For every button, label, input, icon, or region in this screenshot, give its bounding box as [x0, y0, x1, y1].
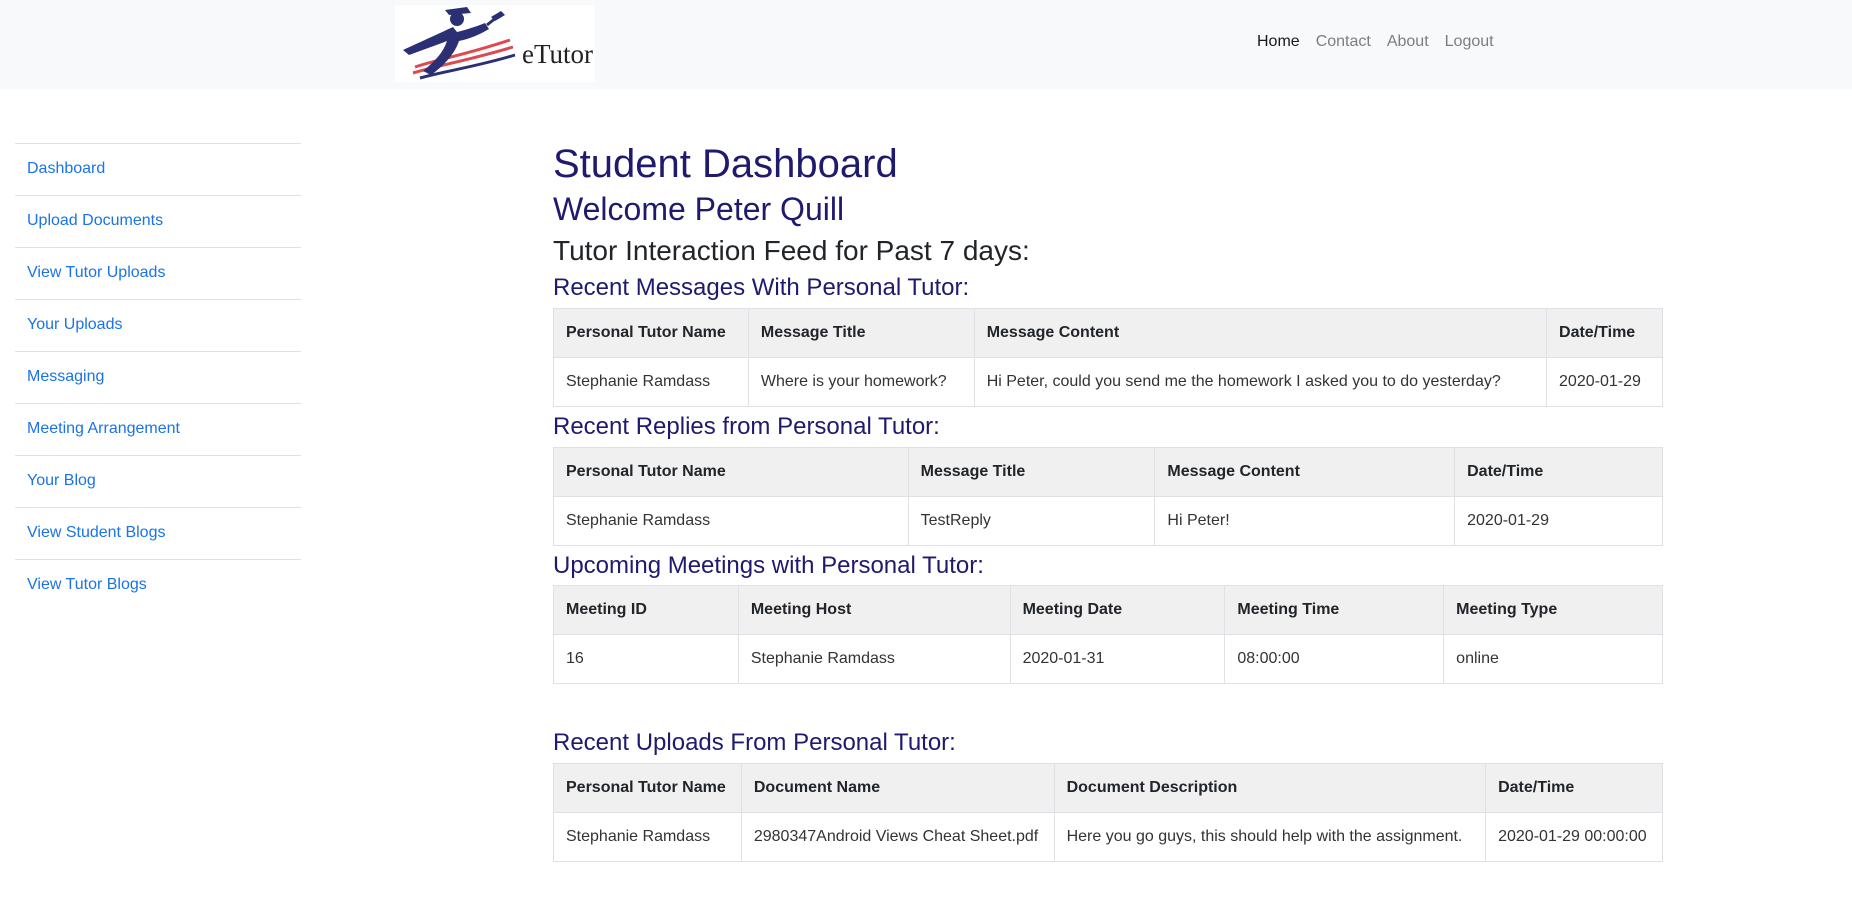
table-cell: 2020-01-29 00:00:00 — [1485, 812, 1663, 863]
column-header: Message Title — [907, 446, 1156, 497]
main-content: Student Dashboard Welcome Peter Quill Tu… — [553, 140, 1663, 863]
page-title: Student Dashboard — [553, 142, 898, 186]
table-cell: online — [1443, 634, 1663, 685]
sidebar-item-view-tutor-blogs[interactable]: View Tutor Blogs — [15, 559, 301, 611]
table-cell: Hi Peter, could you send me the homework… — [973, 356, 1548, 407]
logo-text: eTutor — [522, 39, 594, 69]
table-cell: 2020-01-29 — [1454, 495, 1663, 546]
table-cell: 16 — [553, 634, 739, 685]
column-header: Meeting Time — [1224, 585, 1445, 636]
nav-menu: Home Contact About Logout — [1257, 33, 1494, 51]
table-row: Stephanie Ramdass 2980347Android Views C… — [553, 812, 1663, 863]
table-header-row: Personal Tutor Name Document Name Docume… — [553, 763, 1663, 814]
sidebar: Dashboard Upload Documents View Tutor Up… — [15, 143, 301, 611]
table-row: Stephanie Ramdass Where is your homework… — [553, 356, 1663, 407]
uploads-table: Personal Tutor Name Document Name Docume… — [553, 763, 1663, 863]
table-cell: 2020-01-29 — [1546, 356, 1663, 407]
column-header: Document Description — [1053, 763, 1487, 814]
table-cell: Stephanie Ramdass — [553, 356, 749, 407]
table-header-row: Meeting ID Meeting Host Meeting Date Mee… — [553, 585, 1663, 636]
uploads-heading: Recent Uploads From Personal Tutor: — [553, 729, 956, 757]
feed-heading: Tutor Interaction Feed for Past 7 days: — [553, 235, 1030, 267]
column-header: Date/Time — [1454, 446, 1663, 497]
table-header-row: Personal Tutor Name Message Title Messag… — [553, 446, 1663, 497]
column-header: Personal Tutor Name — [553, 446, 909, 497]
table-row: 16 Stephanie Ramdass 2020-01-31 08:00:00… — [553, 634, 1663, 685]
table-cell: 2020-01-31 — [1009, 634, 1226, 685]
table-cell: TestReply — [907, 495, 1156, 546]
column-header: Message Content — [1154, 446, 1456, 497]
graduate-runner-icon — [403, 7, 516, 80]
column-header: Document Name — [740, 763, 1055, 814]
sidebar-item-dashboard[interactable]: Dashboard — [15, 143, 301, 195]
meetings-heading: Upcoming Meetings with Personal Tutor: — [553, 551, 984, 579]
sidebar-item-meeting-arrangement[interactable]: Meeting Arrangement — [15, 403, 301, 455]
sidebar-item-view-tutor-uploads[interactable]: View Tutor Uploads — [15, 247, 301, 299]
table-cell: 2980347Android Views Cheat Sheet.pdf — [740, 812, 1055, 863]
messages-table: Personal Tutor Name Message Title Messag… — [553, 307, 1663, 407]
nav-logout[interactable]: Logout — [1445, 33, 1494, 51]
replies-heading: Recent Replies from Personal Tutor: — [553, 412, 940, 440]
sidebar-item-messaging[interactable]: Messaging — [15, 351, 301, 403]
column-header: Meeting Date — [1009, 585, 1226, 636]
column-header: Meeting Type — [1443, 585, 1663, 636]
sidebar-item-upload-documents[interactable]: Upload Documents — [15, 195, 301, 247]
table-cell: Stephanie Ramdass — [737, 634, 1011, 685]
nav-contact[interactable]: Contact — [1316, 33, 1371, 51]
table-row: Stephanie Ramdass TestReply Hi Peter! 20… — [553, 495, 1663, 546]
sidebar-item-your-blog[interactable]: Your Blog — [15, 455, 301, 507]
welcome-heading: Welcome Peter Quill — [553, 191, 845, 227]
table-cell: Stephanie Ramdass — [553, 495, 909, 546]
column-header: Date/Time — [1546, 307, 1663, 358]
column-header: Message Content — [973, 307, 1548, 358]
column-header: Message Title — [747, 307, 975, 358]
column-header: Personal Tutor Name — [553, 763, 742, 814]
column-header: Personal Tutor Name — [553, 307, 749, 358]
table-cell: 08:00:00 — [1224, 634, 1445, 685]
column-header: Meeting Host — [737, 585, 1011, 636]
top-navbar: eTutor Home Contact About Logout — [0, 0, 1852, 89]
sidebar-item-view-student-blogs[interactable]: View Student Blogs — [15, 507, 301, 559]
nav-about[interactable]: About — [1387, 33, 1429, 51]
table-cell: Here you go guys, this should help with … — [1053, 812, 1487, 863]
column-header: Meeting ID — [553, 585, 739, 636]
messages-heading: Recent Messages With Personal Tutor: — [553, 273, 970, 301]
replies-table: Personal Tutor Name Message Title Messag… — [553, 446, 1663, 546]
column-header: Date/Time — [1485, 763, 1663, 814]
table-cell: Hi Peter! — [1154, 495, 1456, 546]
table-cell: Stephanie Ramdass — [553, 812, 742, 863]
table-header-row: Personal Tutor Name Message Title Messag… — [553, 307, 1663, 358]
meetings-table: Meeting ID Meeting Host Meeting Date Mee… — [553, 585, 1663, 685]
sidebar-item-your-uploads[interactable]: Your Uploads — [15, 299, 301, 351]
nav-home[interactable]: Home — [1257, 33, 1300, 51]
table-cell: Where is your homework? — [747, 356, 975, 407]
etutor-logo[interactable]: eTutor — [395, 5, 595, 82]
